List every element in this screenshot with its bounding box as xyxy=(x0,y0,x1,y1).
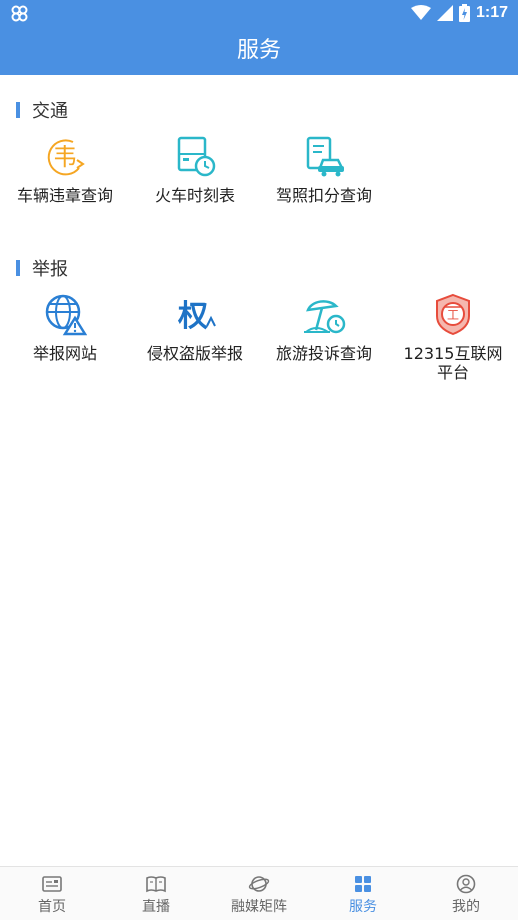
service-travel-complaint[interactable]: 旅游投诉查询 xyxy=(259,292,389,363)
travel-complaint-icon xyxy=(304,300,346,334)
12315-emblem-icon: 工 xyxy=(436,293,470,336)
tab-label: 融媒矩阵 xyxy=(231,899,287,915)
license-points-icon xyxy=(306,136,345,177)
page-title: 服务 xyxy=(236,38,281,63)
status-time: 1:17 xyxy=(475,4,508,21)
tab-live[interactable]: 直播 xyxy=(104,867,208,921)
bottom-tab-bar: 首页 直播 融媒矩阵 服务 我的 xyxy=(0,866,518,920)
app-header: 服务 xyxy=(0,27,518,75)
wifi-icon xyxy=(410,5,431,20)
section-title-label: 举报 xyxy=(32,259,68,280)
planet-icon xyxy=(248,876,270,892)
tab-label: 直播 xyxy=(142,899,170,915)
service-license-points[interactable]: 驾照扣分查询 xyxy=(259,134,389,205)
service-label: 旅游投诉查询 xyxy=(275,344,372,363)
status-bar: 1:17 xyxy=(0,0,518,27)
app-notification-icon xyxy=(11,5,28,22)
copyright-infringement-icon: 权 xyxy=(177,299,216,334)
service-report-website[interactable]: 举报网站 xyxy=(0,292,130,363)
section-title-traffic: 交通 xyxy=(16,99,68,122)
profile-icon xyxy=(456,874,476,894)
svg-text:工: 工 xyxy=(447,308,459,322)
section-title-label: 交通 xyxy=(32,101,68,122)
tab-label: 服务 xyxy=(349,899,377,915)
vehicle-violation-icon: 韦 xyxy=(47,139,85,176)
svg-text:权: 权 xyxy=(177,299,208,334)
home-icon xyxy=(42,876,62,892)
section-accent-bar xyxy=(16,260,20,276)
service-copyright-report[interactable]: 权 侵权盗版举报 xyxy=(130,292,260,363)
status-icons: 1:17 xyxy=(410,3,508,23)
section-title-report: 举报 xyxy=(16,257,68,280)
service-vehicle-violation[interactable]: 韦 车辆违章查询 xyxy=(0,134,130,205)
tab-label: 首页 xyxy=(38,899,66,915)
svg-text:韦: 韦 xyxy=(53,143,77,171)
tab-label: 我的 xyxy=(452,899,480,915)
service-label: 12315互联网平台 xyxy=(403,344,503,382)
service-label: 车辆违章查询 xyxy=(16,186,113,205)
service-label: 火车时刻表 xyxy=(154,186,235,205)
tab-media-matrix[interactable]: 融媒矩阵 xyxy=(207,867,311,921)
train-schedule-icon xyxy=(177,136,216,177)
tab-profile[interactable]: 我的 xyxy=(414,867,518,921)
report-website-icon xyxy=(45,294,87,336)
book-icon xyxy=(146,876,166,893)
service-label: 侵权盗版举报 xyxy=(146,344,243,363)
service-label: 举报网站 xyxy=(32,344,97,363)
tab-home[interactable]: 首页 xyxy=(0,867,104,921)
battery-charging-icon xyxy=(458,4,470,22)
tab-services[interactable]: 服务 xyxy=(311,867,415,921)
service-12315-platform[interactable]: 工 12315互联网平台 xyxy=(388,292,518,382)
signal-icon xyxy=(436,5,453,21)
grid-icon xyxy=(355,876,371,892)
service-label: 驾照扣分查询 xyxy=(275,186,372,205)
section-accent-bar xyxy=(16,102,20,118)
service-train-schedule[interactable]: 火车时刻表 xyxy=(130,134,260,205)
